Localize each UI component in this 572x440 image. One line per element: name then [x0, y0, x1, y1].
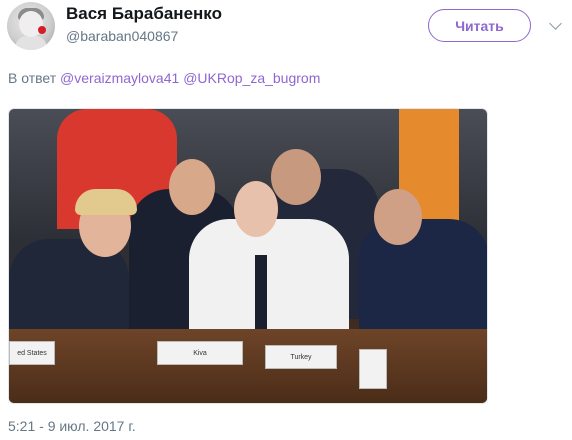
follow-button[interactable]: Читать [428, 9, 531, 42]
chevron-down-icon[interactable] [549, 17, 562, 30]
photo-nameplate: Kiva [157, 341, 243, 365]
photo-head [234, 181, 278, 237]
photo-head [271, 149, 321, 205]
tweet-photo[interactable]: ed States Kiva Turkey [8, 108, 488, 404]
photo-nameplate-blank [359, 349, 387, 389]
photo-tie [255, 255, 267, 335]
photo-table [9, 329, 487, 403]
avatar[interactable] [7, 2, 55, 50]
reply-context: В ответ @veraizmaylova41 @UKRop_za_bugro… [8, 70, 320, 86]
reply-prefix: В ответ [8, 70, 57, 86]
reply-mention-link[interactable]: @veraizmaylova41 [60, 70, 179, 86]
avatar-body-shape [15, 36, 47, 50]
display-name[interactable]: Вася Барабаненко [66, 4, 222, 24]
photo-nameplate: Turkey [265, 345, 337, 369]
photo-nameplate: ed States [9, 341, 55, 365]
photo-head [374, 189, 422, 245]
tweet-timestamp[interactable]: 5:21 - 9 июл. 2017 г. [8, 418, 136, 434]
photo-person-center [189, 219, 349, 339]
reply-mention-link[interactable]: @UKRop_za_bugrom [183, 70, 320, 86]
user-handle[interactable]: @baraban040867 [66, 28, 178, 44]
photo-head [169, 159, 215, 215]
photo-hair [75, 189, 137, 215]
avatar-flower-shape [38, 26, 46, 34]
